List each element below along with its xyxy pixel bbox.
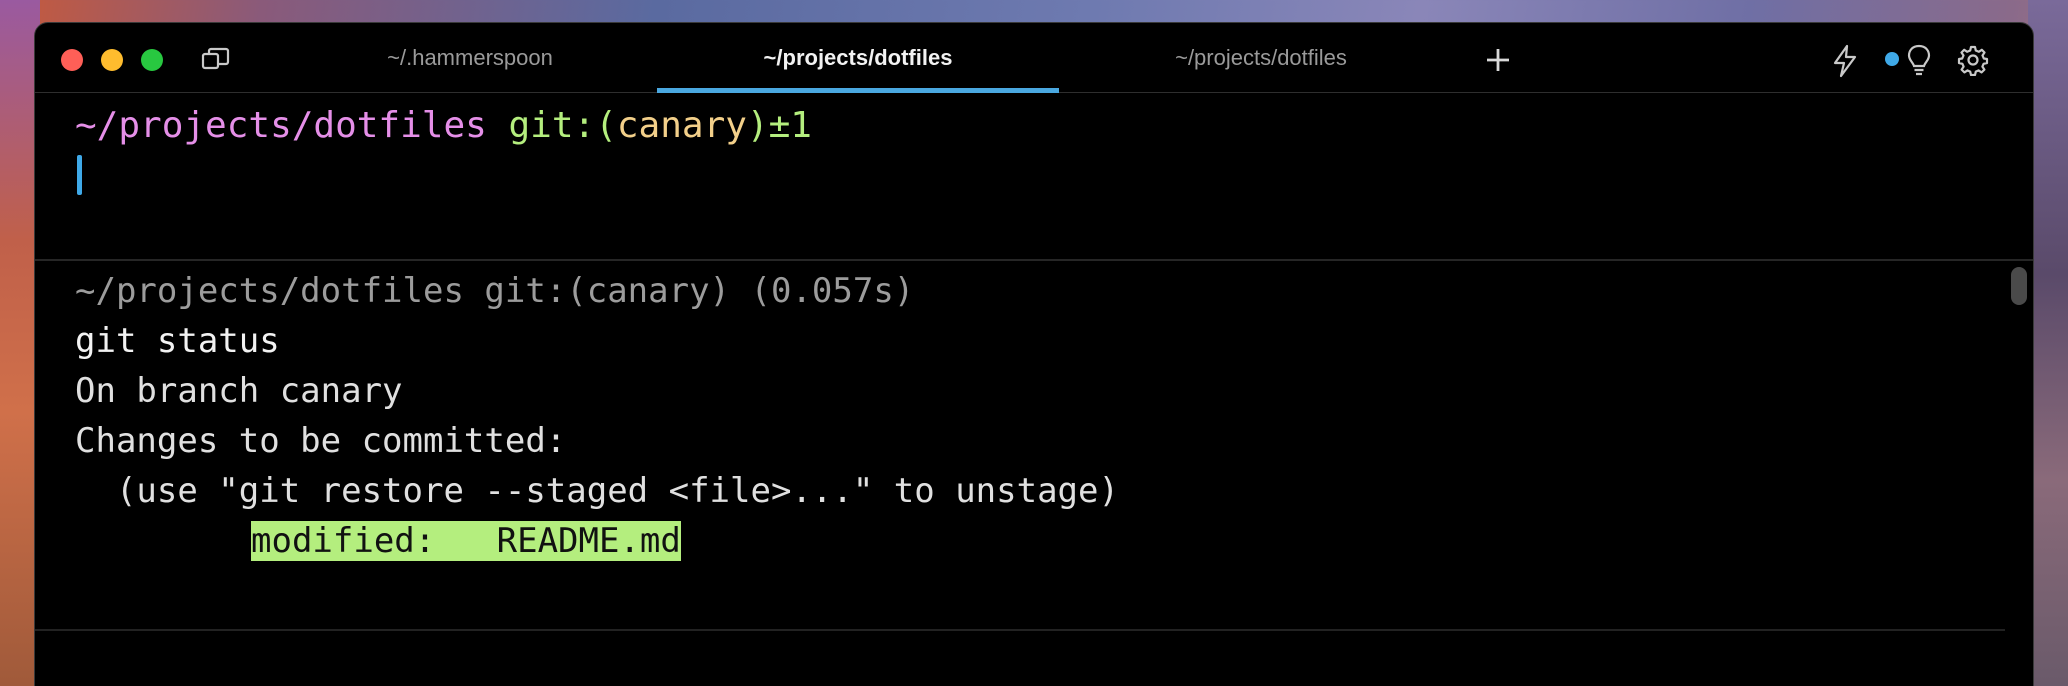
terminal-window: ~/.hammerspoon ~/projects/dotfiles ~/pro… xyxy=(34,22,2034,686)
prompt-branch: canary xyxy=(616,105,747,146)
modified-file-highlight: modified: README.md xyxy=(251,521,681,561)
block-command: git status xyxy=(75,321,280,361)
tab-hammerspoon[interactable]: ~/.hammerspoon xyxy=(285,23,655,93)
close-window-button[interactable] xyxy=(61,49,83,71)
output-line-highlighted: modified: README.md xyxy=(251,521,681,561)
tab-dotfiles[interactable]: ~/projects/dotfiles xyxy=(1061,23,1461,93)
prompt-path: ~/projects/dotfiles xyxy=(75,105,487,146)
prompt: ~/projects/dotfiles git:(canary)±1 xyxy=(75,105,812,146)
tab-label: ~/projects/dotfiles xyxy=(1175,45,1347,70)
prompt-git-prefix: git:( xyxy=(508,105,617,146)
block-header: ~/projects/dotfiles git:(canary) (0.057s… xyxy=(75,271,915,311)
tab-label: ~/projects/dotfiles xyxy=(763,45,953,70)
output-line: (use "git restore --staged <file>..." to… xyxy=(75,471,1119,511)
block-divider xyxy=(35,629,2005,631)
notification-dot-icon xyxy=(1885,52,1899,66)
minimize-window-button[interactable] xyxy=(101,49,123,71)
maximize-window-button[interactable] xyxy=(141,49,163,71)
output-line: Changes to be committed: xyxy=(75,421,567,461)
lightbulb-icon[interactable] xyxy=(1901,41,1937,79)
tab-dotfiles-active[interactable]: ~/projects/dotfiles xyxy=(657,23,1059,93)
wallpaper-right xyxy=(2028,0,2068,686)
prompt-git-suffix: )±1 xyxy=(746,105,812,146)
command-block[interactable]: ~/projects/dotfiles git:(canary) (0.057s… xyxy=(35,261,2033,631)
text-cursor xyxy=(77,155,82,195)
command-input-area[interactable]: ~/projects/dotfiles git:(canary)±1 xyxy=(35,93,2033,261)
output-line: On branch canary xyxy=(75,371,403,411)
lightning-icon[interactable] xyxy=(1827,43,1863,79)
scrollbar[interactable] xyxy=(2011,267,2027,305)
tab-label: ~/.hammerspoon xyxy=(387,45,553,70)
sidebar-toggle-icon[interactable] xyxy=(199,45,233,73)
plus-icon[interactable] xyxy=(1481,43,1515,77)
titlebar: ~/.hammerspoon ~/projects/dotfiles ~/pro… xyxy=(35,23,2033,93)
gear-icon[interactable] xyxy=(1955,42,1991,78)
